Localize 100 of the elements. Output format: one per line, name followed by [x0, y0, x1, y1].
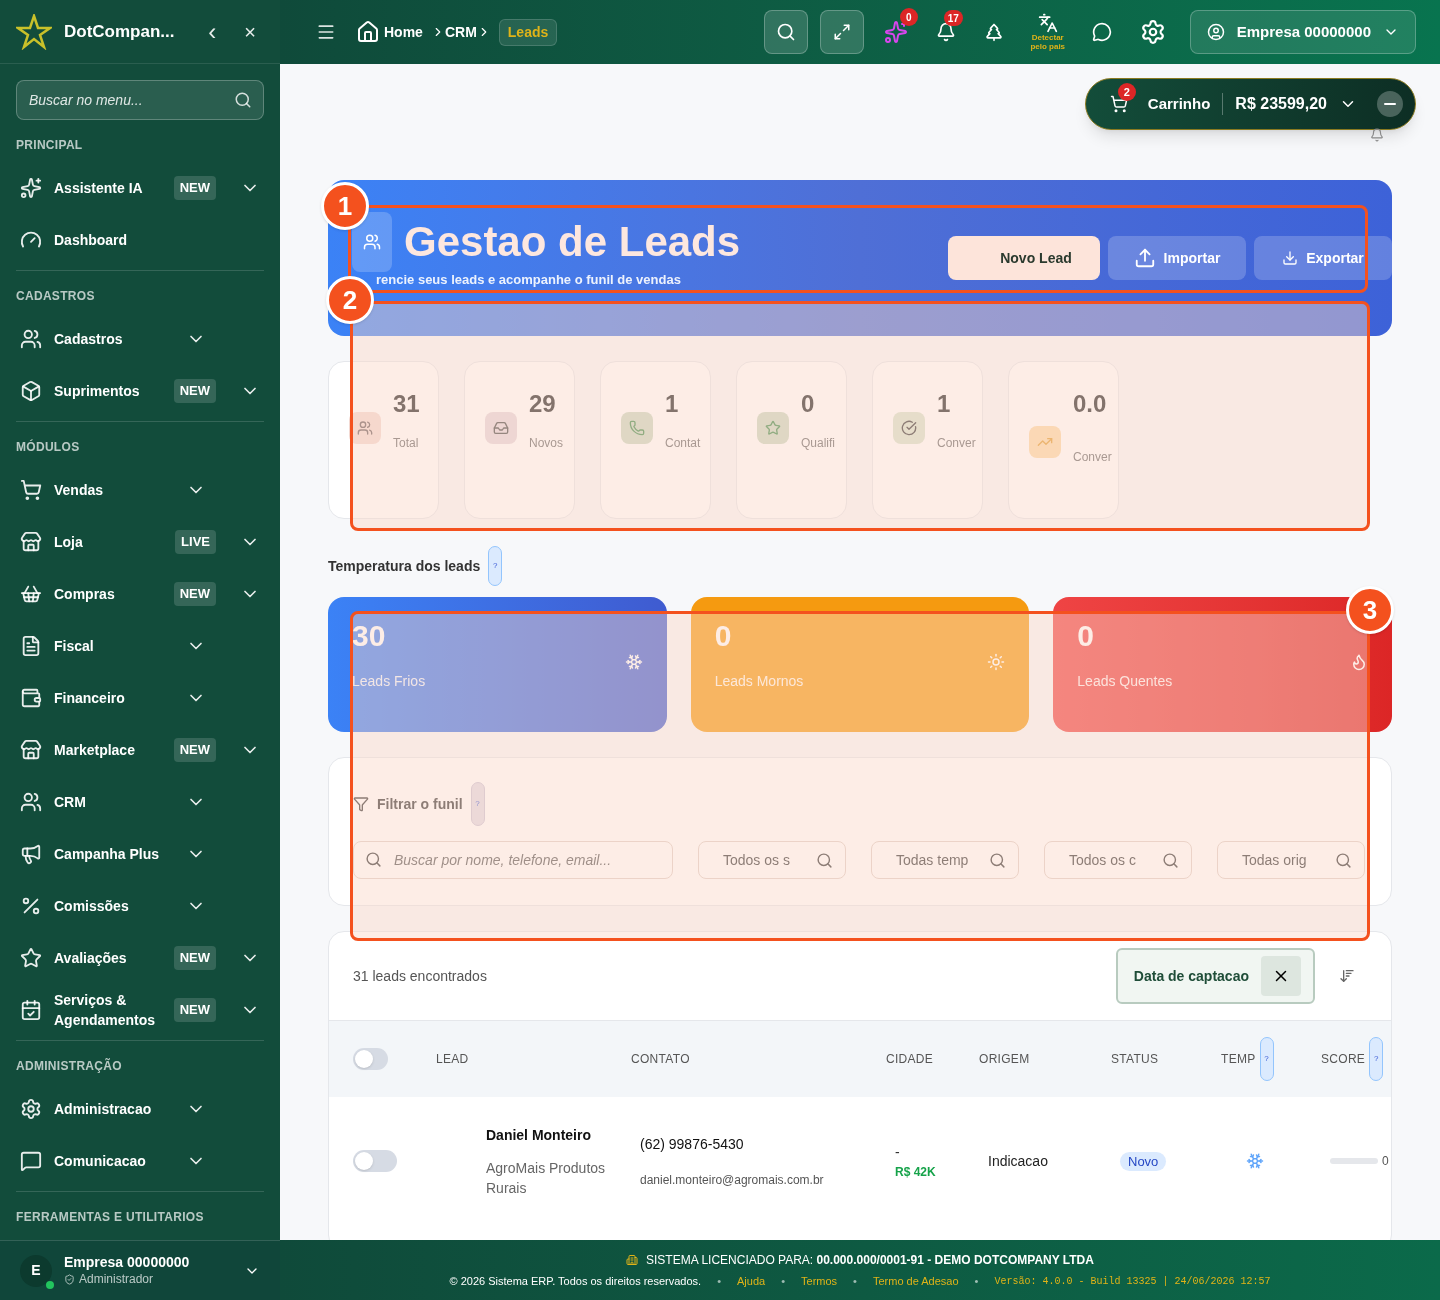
menu-item[interactable]: Campanha Plus — [16, 828, 264, 880]
step-badge: 1 — [321, 182, 369, 230]
users-icon — [349, 412, 381, 444]
stat-value: 1 — [937, 389, 952, 419]
temperature-value: 0 — [1077, 621, 1095, 651]
lead-search-field[interactable]: Buscar por nome, telefone, email... — [353, 841, 673, 879]
temperature-value: 30 — [352, 621, 387, 651]
breadcrumb-link[interactable]: Home — [384, 21, 423, 43]
menu-item[interactable]: Administracao — [16, 1083, 264, 1135]
menu-item-label: Fiscal — [54, 637, 95, 656]
menu-item-label: Comunicacao — [54, 1152, 147, 1171]
menu-badge: NEW — [173, 582, 216, 606]
star-logo-icon — [16, 13, 52, 50]
stat-label: Conver — [937, 435, 976, 452]
stat-value: 1 — [665, 389, 680, 419]
sort-icon[interactable] — [1339, 968, 1355, 984]
search-button[interactable] — [763, 10, 808, 54]
star-icon — [20, 947, 42, 969]
menu-item[interactable]: Comunicacao — [16, 1135, 264, 1187]
help-badge[interactable]: ? — [1369, 1037, 1384, 1081]
filter-select[interactable]: Todos os c — [1044, 841, 1192, 879]
filter-title: Filtrar o funil — [377, 794, 463, 814]
menu-item[interactable]: Financeiro — [16, 672, 264, 724]
copyright-text: © 2026 Sistema ERP. Todos os direitos reservados. — [449, 1273, 702, 1289]
column-header: CONTATO — [631, 1051, 690, 1068]
menu-item[interactable]: Cadastros — [16, 313, 264, 365]
sort-chip[interactable]: Data de captacao — [1115, 948, 1315, 1004]
column-header: TEMP — [1221, 1051, 1256, 1068]
menu-item[interactable]: Loja LIVE — [16, 516, 264, 568]
translate-icon[interactable] — [1037, 13, 1058, 33]
search-icon — [989, 851, 1006, 869]
settings-icon[interactable] — [1139, 19, 1166, 45]
collapse-button[interactable] — [1377, 91, 1403, 117]
footer-link[interactable]: Ajuda — [737, 1272, 766, 1290]
column-header: LEAD — [436, 1051, 469, 1068]
message-icon — [20, 1150, 42, 1172]
close-button[interactable]: × — [236, 21, 264, 42]
menu-item[interactable]: Vendas — [16, 464, 264, 516]
collapse-button[interactable]: ‹ — [200, 19, 225, 44]
toggle-switch[interactable] — [353, 1048, 388, 1070]
menu-item[interactable]: CRM — [16, 776, 264, 828]
menu-item[interactable]: Avaliações NEW — [16, 932, 264, 984]
footer-link[interactable]: Termos — [801, 1272, 838, 1290]
stat-value: 31 — [393, 389, 420, 419]
menu-item[interactable]: Dashboard — [16, 214, 264, 266]
menu-item[interactable]: Suprimentos NEW — [16, 365, 264, 417]
users-icon — [352, 212, 392, 272]
footer-link[interactable]: Termo de Adesao — [872, 1272, 959, 1290]
menu-item-label: Vendas — [54, 481, 105, 500]
counter-badge: 0 — [899, 8, 918, 26]
stat-label: Novos — [529, 435, 563, 452]
counter-badge: 17 — [943, 10, 963, 26]
toggle-switch[interactable] — [353, 1150, 397, 1172]
table-row[interactable]: Daniel Monteiro AgroMais Produtos Rurais (62) 99876-5430 daniel.monteiro@agromais.com.br - R$ 42K Indicacao Novo 0 — [329, 1097, 1391, 1225]
stat-label: Total — [393, 435, 420, 452]
lead-phone: (62) 99876-5430 — [640, 1134, 745, 1154]
export-button[interactable]: Exportar — [1254, 236, 1392, 280]
menu-icon[interactable] — [316, 22, 336, 42]
percent-icon — [20, 895, 42, 917]
menu-item[interactable]: Serviços & Agendamentos NEW — [16, 984, 264, 1036]
settings-icon — [20, 1098, 42, 1120]
breadcrumb-link[interactable]: CRM — [444, 21, 477, 43]
filter-select[interactable]: Todas orig — [1217, 841, 1365, 879]
help-badge[interactable]: ? — [488, 546, 503, 586]
column-header: SCORE — [1321, 1051, 1366, 1068]
section-title: PRINCIPAL — [16, 137, 84, 154]
menu-item[interactable]: Comissões — [16, 880, 264, 932]
phone-icon — [621, 412, 653, 444]
cart-widget[interactable]: 2 Carrinho R$ 23599,20 — [1084, 78, 1416, 130]
help-badge[interactable]: ? — [1259, 1037, 1274, 1081]
column-header: CIDADE — [886, 1051, 934, 1068]
menu-item-label: Comissões — [54, 897, 130, 916]
menu-item[interactable]: Fiscal — [16, 620, 264, 672]
menu-item[interactable]: Compras NEW — [16, 568, 264, 620]
search-icon — [234, 91, 252, 109]
new-lead-button[interactable]: Novo Lead — [948, 236, 1100, 280]
tree-icon[interactable] — [983, 22, 1004, 42]
notification-icon[interactable] — [935, 22, 956, 42]
separator-dot: • — [717, 1273, 722, 1289]
fullscreen-button[interactable] — [819, 10, 864, 54]
filter-select[interactable]: Todos os s — [698, 841, 846, 879]
menu-item[interactable]: Assistente IA NEW — [16, 162, 264, 214]
menu-item-label: Serviços & Agendamentos — [54, 991, 157, 1030]
account-button[interactable]: Empresa 00000000 — [1189, 10, 1416, 54]
section-title: CADASTROS — [16, 288, 96, 305]
license-text: SISTEMA LICENCIADO PARA: 00.000.000/0001-91 - DEMO DOTCOMPANY LTDA — [646, 1251, 1094, 1269]
home-icon — [356, 20, 380, 44]
stat-label: Contat — [665, 435, 701, 452]
box-icon — [20, 380, 42, 402]
menu-item[interactable]: Marketplace NEW — [16, 724, 264, 776]
separator-dot: • — [853, 1273, 857, 1289]
close-icon[interactable] — [1261, 956, 1301, 996]
section-title: Temperatura dos leads — [328, 556, 481, 576]
table-cell-text: Indicacao — [988, 1151, 1049, 1171]
document-icon — [20, 635, 42, 657]
stat-value: 0.0 — [1073, 389, 1108, 419]
brand-name: DotCompan... — [64, 20, 176, 43]
filter-select[interactable]: Todas temp — [871, 841, 1019, 879]
whatsapp-icon[interactable] — [1091, 22, 1112, 42]
flame-icon — [1350, 653, 1368, 671]
